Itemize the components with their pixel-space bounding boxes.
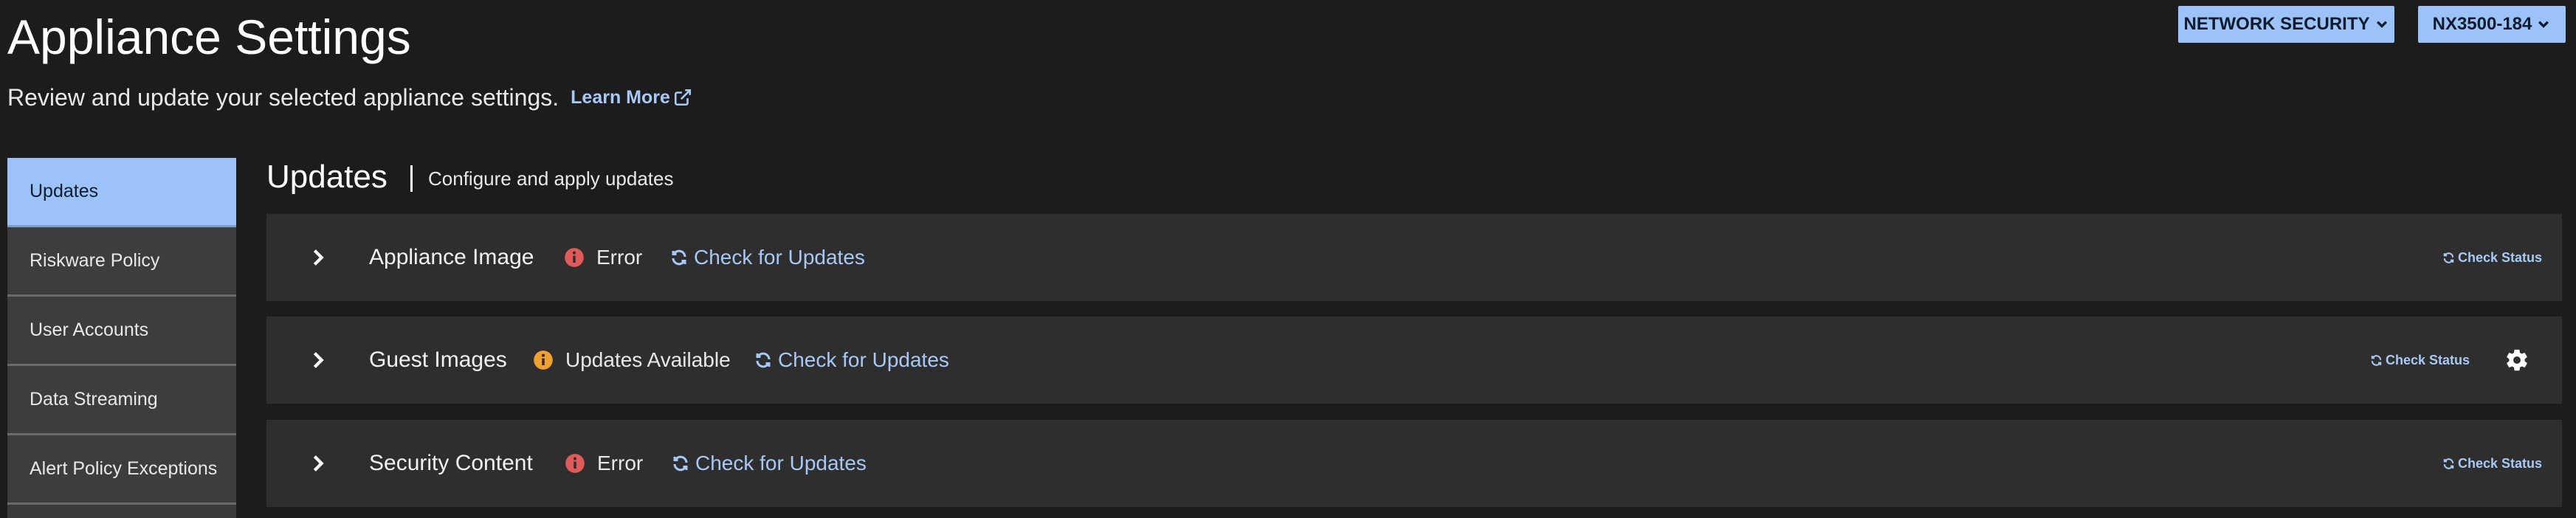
refresh-icon	[672, 249, 686, 266]
sidebar-item-user-accounts[interactable]: User Accounts	[7, 297, 236, 366]
chevron-right-icon[interactable]	[308, 350, 328, 370]
chevron-down-icon	[2538, 21, 2549, 28]
check-for-updates-label: Check for Updates	[778, 348, 949, 371]
appliance-label: NX3500-184	[2432, 14, 2532, 34]
check-for-updates-label: Check for Updates	[695, 452, 867, 474]
check-status-label: Check Status	[2386, 352, 2470, 367]
page-subtitle: Review and update your selected applianc…	[7, 81, 692, 114]
refresh-icon	[2443, 457, 2454, 469]
update-row-guest-images: Guest Images Updates Available Check for…	[266, 317, 2562, 404]
settings-sidebar: Updates Riskware Policy User Accounts Da…	[7, 158, 236, 518]
row-name: Security Content	[369, 451, 533, 475]
error-info-icon	[565, 454, 585, 473]
sidebar-item-label: Data Streaming	[30, 389, 158, 410]
row-name: Guest Images	[369, 348, 507, 372]
refresh-icon	[2443, 252, 2454, 263]
update-row-security-content: Security Content Error Check for Updates…	[266, 420, 2562, 507]
sidebar-item-riskware-policy[interactable]: Riskware Policy	[7, 227, 236, 297]
sidebar-item-label: Updates	[30, 181, 99, 201]
external-link-icon	[674, 89, 691, 106]
sidebar-item-label: User Accounts	[30, 320, 149, 340]
sidebar-item-label: Alert Policy Exceptions	[30, 458, 218, 479]
status-text: Error	[597, 452, 644, 474]
check-for-updates-link[interactable]: Check for Updates	[670, 246, 865, 269]
network-security-label: NETWORK SECURITY	[2183, 14, 2370, 34]
status-badge: Error	[565, 452, 643, 475]
check-status-label: Check Status	[2458, 455, 2543, 471]
check-for-updates-link[interactable]: Check for Updates	[754, 348, 949, 372]
section-title: Updates	[266, 159, 388, 195]
sidebar-item-alert-policy-exceptions[interactable]: Alert Policy Exceptions	[7, 435, 236, 505]
status-badge: Error	[564, 246, 642, 269]
gear-icon[interactable]	[2504, 348, 2529, 373]
network-security-dropdown[interactable]: NETWORK SECURITY	[2178, 6, 2394, 43]
check-for-updates-label: Check for Updates	[694, 246, 865, 269]
page-title: Appliance Settings	[7, 10, 411, 64]
chevron-right-icon[interactable]	[308, 453, 328, 474]
status-text: Error	[596, 246, 643, 269]
status-text: Updates Available	[565, 348, 731, 371]
sidebar-item-label: Riskware Policy	[30, 250, 160, 271]
sidebar-item-updates[interactable]: Updates	[7, 158, 236, 227]
chevron-right-icon[interactable]	[308, 247, 328, 268]
warning-info-icon	[534, 350, 553, 370]
refresh-icon	[673, 455, 688, 472]
refresh-icon	[2371, 354, 2382, 366]
update-row-appliance-image: Appliance Image Error Check for Updates …	[266, 214, 2562, 301]
check-status-link[interactable]: Check Status	[2442, 456, 2542, 472]
row-name: Appliance Image	[369, 245, 534, 269]
check-status-link[interactable]: Check Status	[2442, 250, 2542, 266]
check-for-updates-link[interactable]: Check for Updates	[672, 452, 867, 475]
error-info-icon	[565, 248, 584, 267]
status-badge: Updates Available	[533, 348, 731, 372]
chevron-down-icon	[2376, 21, 2387, 28]
sidebar-item-data-streaming[interactable]: Data Streaming	[7, 366, 236, 435]
section-description: Configure and apply updates	[428, 168, 674, 190]
learn-more-link[interactable]: Learn More	[571, 81, 692, 114]
subtitle-text: Review and update your selected applianc…	[7, 84, 559, 111]
refresh-icon	[756, 352, 771, 368]
appliance-dropdown[interactable]: NX3500-184	[2418, 6, 2566, 43]
learn-more-label: Learn More	[571, 87, 670, 108]
check-status-link[interactable]: Check Status	[2370, 353, 2470, 368]
section-divider	[410, 165, 413, 192]
check-status-label: Check Status	[2458, 249, 2543, 265]
